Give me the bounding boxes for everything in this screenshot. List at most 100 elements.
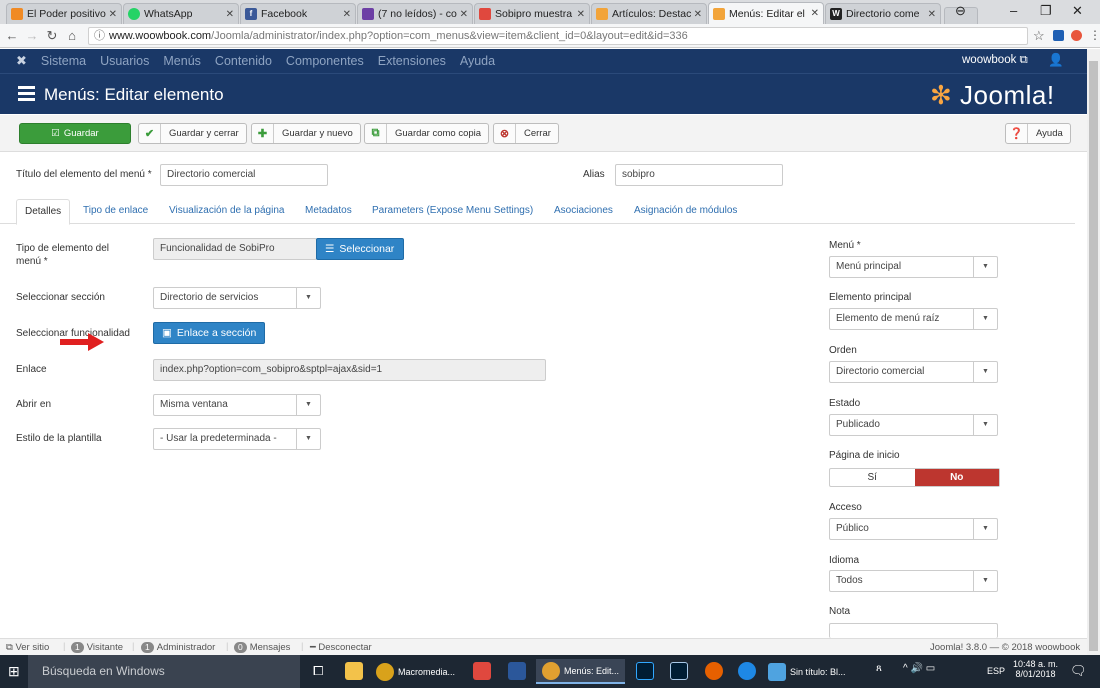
browser-tab[interactable]: W Directorio come ✕ — [825, 3, 941, 24]
visitors-label: Visitante — [86, 642, 123, 653]
scrollbar-thumb[interactable] — [1089, 61, 1098, 651]
joomla-icon[interactable]: ✖ — [16, 53, 27, 69]
red-arrow-icon — [60, 333, 104, 351]
tab-visualizacion[interactable]: Visualización de la página — [169, 205, 284, 216]
close-icon[interactable]: ✕ — [343, 9, 351, 20]
menu-usuarios[interactable]: Usuarios — [100, 54, 149, 68]
section-link-button[interactable]: ▣ Enlace a sección — [153, 322, 265, 344]
notifications-icon[interactable]: 🗨 — [1070, 663, 1087, 679]
menu-menus[interactable]: Menús — [163, 54, 201, 68]
save-copy-button[interactable]: ⧉ Guardar como copia — [364, 123, 490, 144]
tab-metadatos[interactable]: Metadatos — [305, 205, 352, 216]
browser-tab-active[interactable]: Menús: Editar el ✕ — [708, 2, 824, 24]
profile-icon[interactable]: ⊖ — [955, 3, 966, 19]
browser-tab[interactable]: WhatsApp ✕ — [123, 3, 239, 24]
style-select[interactable]: - Usar la predeterminada - ▼ — [153, 428, 321, 450]
close-icon[interactable]: ✕ — [694, 9, 702, 20]
minimize-icon[interactable]: – — [1010, 3, 1017, 18]
taskbar-app-chrome[interactable]: Menús: Edit... — [536, 659, 626, 684]
menu-select[interactable]: Menú principal ▼ — [829, 256, 998, 278]
close-icon[interactable]: ✕ — [460, 9, 468, 20]
file-explorer-icon[interactable] — [345, 662, 363, 680]
tab-asignacion-modulos[interactable]: Asignación de módulos — [634, 205, 737, 216]
taskbar-app-macromedia[interactable]: Macromedia... — [376, 659, 455, 684]
menu-extensiones[interactable]: Extensiones — [378, 54, 446, 68]
section-select[interactable]: Directorio de servicios ▼ — [153, 287, 321, 309]
save-button[interactable]: ☑ Guardar — [19, 123, 131, 144]
close-icon[interactable]: ✕ — [811, 8, 819, 19]
chevron-down-icon: ▼ — [973, 415, 997, 435]
lightroom-icon[interactable] — [670, 662, 688, 680]
note-input[interactable] — [829, 623, 998, 638]
title-input[interactable]: Directorio comercial — [160, 164, 328, 186]
view-site-link[interactable]: ⧉ Ver sitio — [6, 642, 49, 653]
close-icon[interactable]: ✕ — [928, 9, 936, 20]
messages-link[interactable]: 0 Mensajes — [234, 642, 290, 653]
forward-icon[interactable]: → — [22, 28, 42, 43]
back-icon[interactable]: ← — [2, 28, 22, 43]
menu-contenido[interactable]: Contenido — [215, 54, 272, 68]
help-button[interactable]: ❓ Ayuda — [1005, 123, 1071, 144]
restore-icon[interactable]: ❐ — [1040, 3, 1052, 19]
tab-favicon-icon — [11, 8, 23, 20]
browser-tab[interactable]: (7 no leídos) - co ✕ — [357, 3, 473, 24]
ie-icon[interactable] — [738, 662, 756, 680]
access-select[interactable]: Público ▼ — [829, 518, 998, 540]
save-close-button[interactable]: ✔ Guardar y cerrar — [138, 123, 247, 144]
menu-componentes[interactable]: Componentes — [286, 54, 364, 68]
window-close-icon[interactable]: ✕ — [1072, 3, 1083, 19]
logout-link[interactable]: ━ Desconectar — [310, 642, 372, 653]
clock[interactable]: 10:48 a. m. 8/01/2018 — [1013, 659, 1058, 679]
user-icon[interactable]: 👤 — [1048, 53, 1064, 68]
joomla-favicon-icon — [596, 8, 608, 20]
select-type-button[interactable]: ☰ Seleccionar — [316, 238, 404, 260]
close-icon[interactable]: ✕ — [577, 9, 585, 20]
page-scrollbar[interactable] — [1087, 49, 1100, 655]
state-value: Publicado — [836, 419, 880, 430]
home-yes-option[interactable]: Sí — [830, 469, 915, 486]
extension-icon[interactable] — [1053, 30, 1064, 41]
word-icon[interactable] — [508, 662, 526, 680]
windows-start-icon[interactable]: ⊞ — [8, 663, 20, 680]
list-icon: ☰ — [325, 243, 335, 255]
browser-tab[interactable]: f Facebook ✕ — [240, 3, 356, 24]
visitors-link[interactable]: 1 Visitante — [71, 642, 123, 653]
browser-tab[interactable]: El Poder positivo ✕ — [6, 3, 122, 24]
save-new-button[interactable]: ✚ Guardar y nuevo — [251, 123, 361, 144]
tab-detalles[interactable]: Detalles — [16, 199, 71, 225]
menu-sistema[interactable]: Sistema — [41, 54, 86, 68]
open-select[interactable]: Misma ventana ▼ — [153, 394, 321, 416]
browser-tab[interactable]: Artículos: Destac ✕ — [591, 3, 707, 24]
browser-tab[interactable]: Sobipro muestra ✕ — [474, 3, 590, 24]
task-view-icon[interactable]: ⧠ — [313, 663, 323, 679]
taskbar-app-paint[interactable]: Sin título: Bl... — [768, 659, 846, 684]
home-icon[interactable]: ⌂ — [62, 28, 82, 43]
firefox-icon[interactable] — [705, 662, 723, 680]
admins-link[interactable]: 1 Administrador — [141, 642, 215, 653]
menu-ayuda[interactable]: Ayuda — [460, 54, 495, 68]
url-input[interactable]: ⓘ www.woowbook.com/Joomla/administrator/i… — [88, 27, 1028, 45]
home-no-option[interactable]: No — [914, 469, 999, 486]
alias-input[interactable]: sobipro — [615, 164, 783, 186]
close-icon[interactable]: ✕ — [226, 9, 234, 20]
close-icon[interactable]: ✕ — [109, 9, 117, 20]
tab-parameters[interactable]: Parameters (Expose Menu Settings) — [372, 205, 533, 216]
reload-icon[interactable]: ↻ — [42, 28, 62, 44]
parent-select[interactable]: Elemento de menú raíz ▼ — [829, 308, 998, 330]
order-select[interactable]: Directorio comercial ▼ — [829, 361, 998, 383]
tab-asociaciones[interactable]: Asociaciones — [554, 205, 613, 216]
windows-search-input[interactable]: Búsqueda en Windows — [28, 655, 300, 688]
app-icon[interactable] — [473, 662, 491, 680]
language-indicator[interactable]: ESP — [987, 666, 1005, 676]
state-select[interactable]: Publicado ▼ — [829, 414, 998, 436]
site-link[interactable]: woowbook ⧉ — [962, 54, 1028, 67]
photoshop-icon[interactable] — [636, 662, 654, 680]
close-button[interactable]: ⊗ Cerrar — [493, 123, 559, 144]
star-icon[interactable]: ☆ — [1033, 28, 1045, 44]
menu-dots-icon[interactable]: ⋮ — [1089, 28, 1100, 42]
extension-icon[interactable] — [1071, 30, 1082, 41]
tray-icons[interactable]: ^ 🔊 ▭ — [903, 663, 935, 674]
language-select[interactable]: Todos ▼ — [829, 570, 998, 592]
tab-tipo-enlace[interactable]: Tipo de enlace — [83, 205, 148, 216]
people-icon[interactable]: ጸ — [876, 663, 882, 674]
